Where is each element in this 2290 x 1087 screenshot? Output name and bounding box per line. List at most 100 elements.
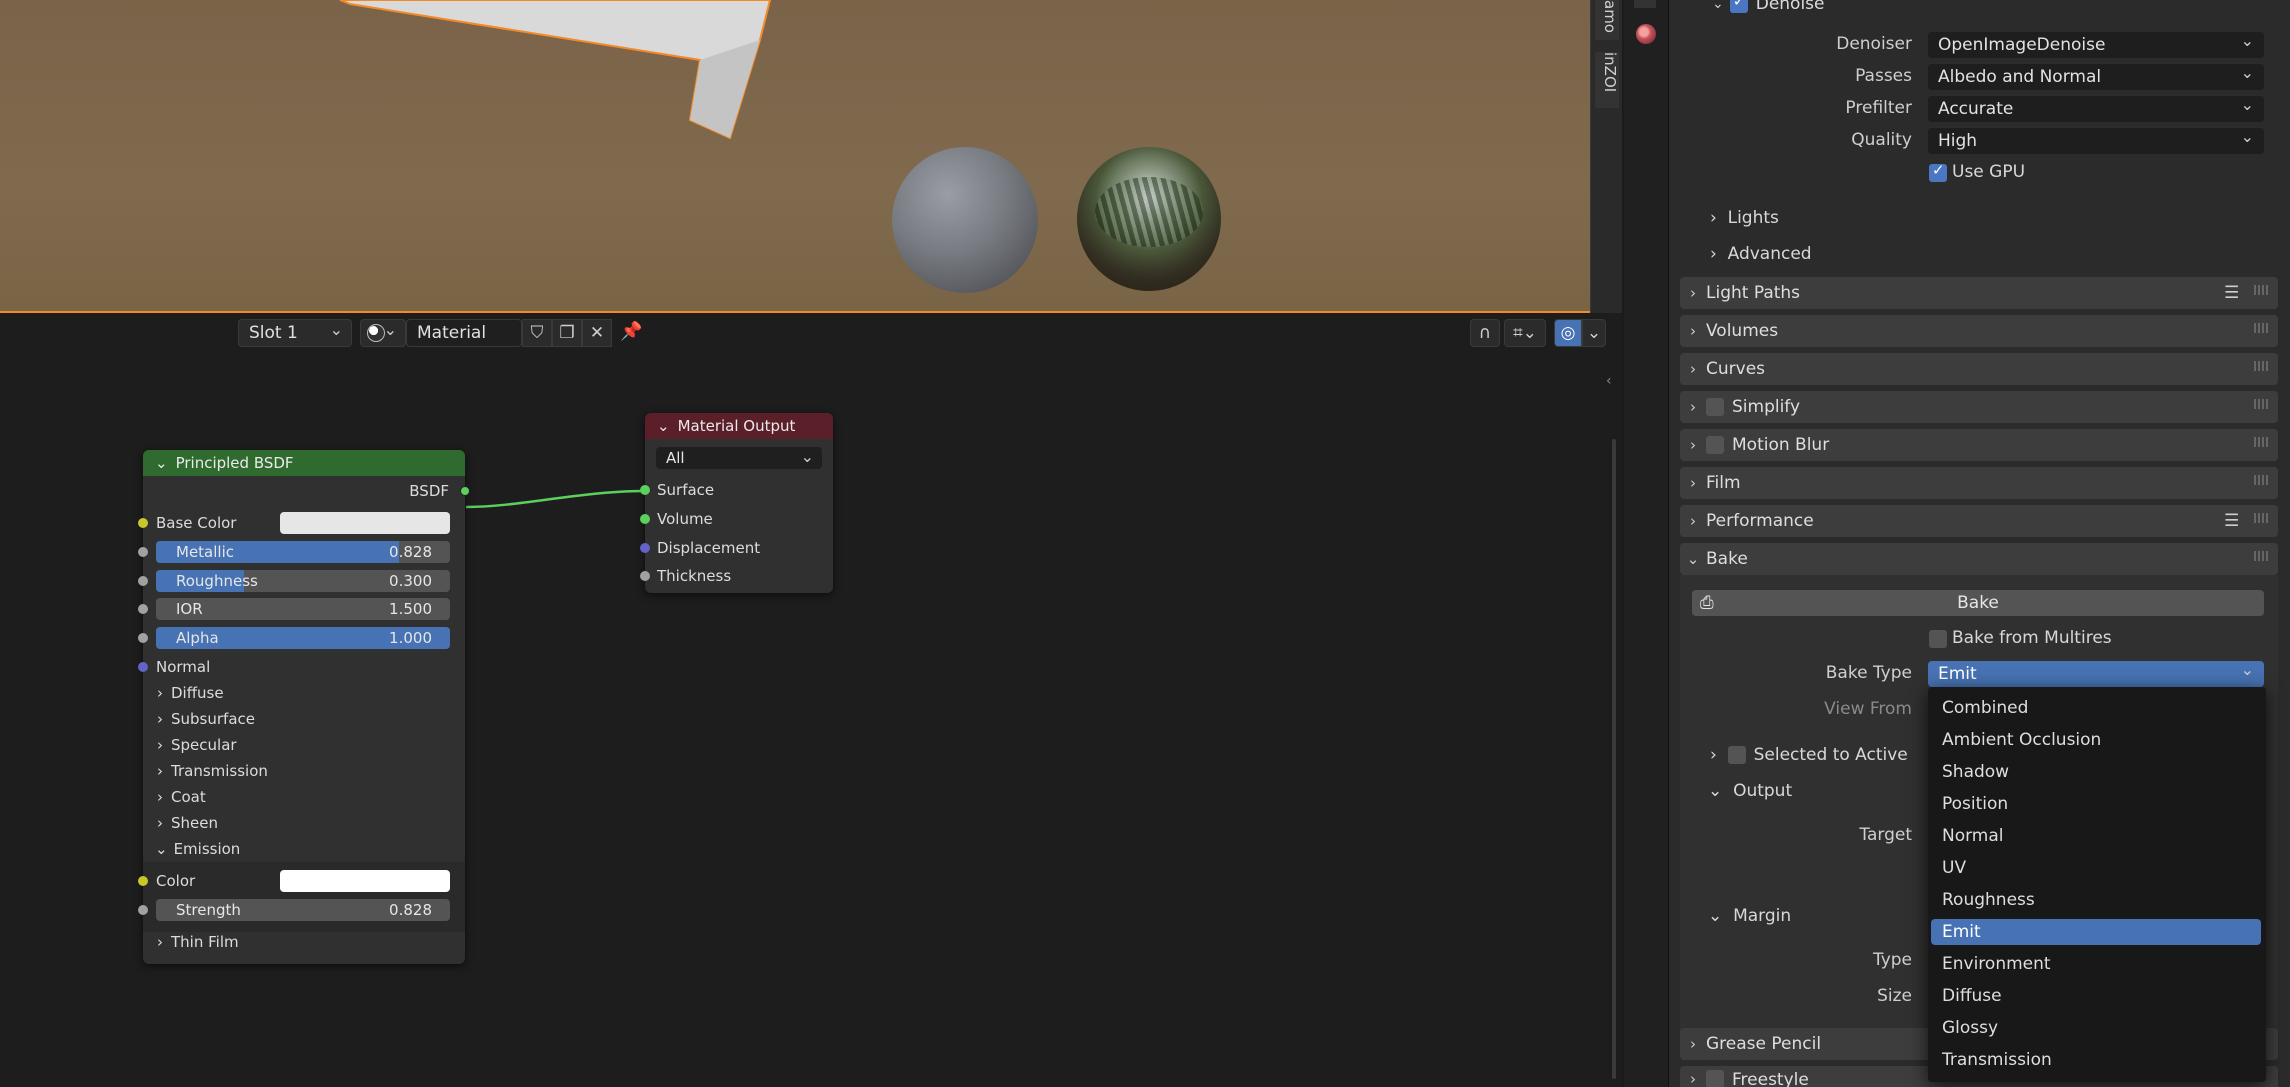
denoise-checkbox[interactable] xyxy=(1729,0,1748,13)
use-gpu-checkbox[interactable] xyxy=(1929,161,1947,182)
collapse-chevron-icon[interactable]: ⌄ xyxy=(155,454,168,472)
gray-sphere-object[interactable] xyxy=(892,147,1038,293)
menu-item-transmission[interactable]: Transmission xyxy=(1931,1047,2261,1073)
passes-dropdown[interactable]: Albedo and Normal xyxy=(1928,63,2264,90)
metallic-slider[interactable]: Metallic 0.828 xyxy=(156,541,450,563)
snap-grid-icon[interactable]: ⌗⌄ xyxy=(1504,319,1546,347)
presets-list-icon[interactable]: ☰ xyxy=(2224,511,2244,531)
section-film[interactable]: › Film xyxy=(1680,467,2278,499)
section-light-paths[interactable]: › Light Paths ☰ xyxy=(1680,277,2278,309)
drag-grip-icon[interactable] xyxy=(2254,437,2270,447)
drag-grip-icon[interactable] xyxy=(2254,323,2270,333)
overlay-toggle-icon[interactable]: ◎ xyxy=(1554,319,1582,347)
principled-bsdf-header[interactable]: ⌄ Principled BSDF xyxy=(143,450,465,476)
panel-specular[interactable]: › Specular xyxy=(143,734,465,756)
menu-item-diffuse[interactable]: Diffuse xyxy=(1931,983,2261,1009)
panel-diffuse[interactable]: › Diffuse xyxy=(143,682,465,704)
denoise-subpanel-header[interactable]: ⌄ Denoise xyxy=(1712,0,1825,14)
pin-icon[interactable]: 📌 xyxy=(620,321,644,345)
material-tab-icon[interactable] xyxy=(1636,24,1656,44)
selected-to-active-subpanel[interactable]: › Selected to Active xyxy=(1710,745,1908,765)
principled-bsdf-node[interactable]: ⌄ Principled BSDF BSDF Base Color Metall… xyxy=(138,450,470,964)
drag-grip-icon[interactable] xyxy=(2254,551,2270,561)
roughness-slider[interactable]: Roughness 0.300 xyxy=(156,570,450,592)
material-name-field[interactable]: Material xyxy=(406,319,522,347)
menu-item-roughness[interactable]: Roughness xyxy=(1931,887,2261,913)
bake-type-dropdown[interactable]: Emit xyxy=(1928,660,2264,687)
panel-sheen[interactable]: › Sheen xyxy=(143,812,465,834)
menu-item-normal[interactable]: Normal xyxy=(1931,823,2261,849)
quality-dropdown[interactable]: High xyxy=(1928,127,2264,154)
unlink-material-close-icon[interactable]: ✕ xyxy=(582,319,612,347)
drag-grip-icon[interactable] xyxy=(2254,513,2270,523)
node-editor-scrollbar[interactable] xyxy=(1612,439,1616,1079)
section-simplify[interactable]: › Simplify xyxy=(1680,391,2278,423)
drag-grip-icon[interactable] xyxy=(2254,361,2270,371)
ior-socket[interactable] xyxy=(138,604,148,614)
section-volumes[interactable]: › Volumes xyxy=(1680,315,2278,347)
menu-item-environment[interactable]: Environment xyxy=(1931,951,2261,977)
metallic-socket[interactable] xyxy=(138,547,148,557)
bsdf-output-socket[interactable] xyxy=(460,486,470,496)
section-bake[interactable]: ⌄ Bake xyxy=(1680,543,2278,575)
thickness-input-socket[interactable] xyxy=(640,571,650,581)
panel-thin-film[interactable]: › Thin Film xyxy=(143,931,465,953)
collapse-chevron-icon[interactable]: ⌄ xyxy=(657,417,670,435)
menu-item-glossy[interactable]: Glossy xyxy=(1931,1015,2261,1041)
node-link-bsdf-surface[interactable] xyxy=(460,483,650,513)
emission-color-socket[interactable] xyxy=(138,876,148,886)
simplify-checkbox[interactable] xyxy=(1706,398,1724,416)
menu-item-ambient-occlusion[interactable]: Ambient Occlusion xyxy=(1931,727,2261,753)
menu-item-position[interactable]: Position xyxy=(1931,791,2261,817)
normal-socket[interactable] xyxy=(138,662,148,672)
duplicate-material-icon[interactable]: ❐ xyxy=(552,319,582,347)
snap-magnet-icon[interactable]: ∩ xyxy=(1470,319,1500,347)
motion-blur-checkbox[interactable] xyxy=(1706,436,1724,454)
material-output-header[interactable]: ⌄ Material Output xyxy=(645,413,833,439)
panel-coat[interactable]: › Coat xyxy=(143,786,465,808)
prefilter-dropdown[interactable]: Accurate xyxy=(1928,95,2264,122)
output-subpanel[interactable]: ⌄ Output xyxy=(1708,781,1792,801)
bake-button[interactable]: ⎙ Bake xyxy=(1692,590,2264,616)
sidebar-collapse-chevron-icon[interactable]: ‹ xyxy=(1606,373,1612,389)
emission-strength-socket[interactable] xyxy=(138,905,148,915)
drag-grip-icon[interactable] xyxy=(2254,475,2270,485)
lights-subpanel[interactable]: › Lights xyxy=(1710,208,1779,228)
section-curves[interactable]: › Curves xyxy=(1680,353,2278,385)
slot-dropdown[interactable]: Slot 1 xyxy=(238,319,352,347)
n-panel-tab-inzoi[interactable]: inZOI xyxy=(1595,52,1619,108)
base-color-socket[interactable] xyxy=(138,518,148,528)
freestyle-checkbox[interactable] xyxy=(1706,1070,1724,1087)
drag-grip-icon[interactable] xyxy=(2254,285,2270,295)
overlay-dropdown-chevron-icon[interactable]: ⌄ xyxy=(1582,319,1606,347)
hdri-sphere-object[interactable] xyxy=(1077,147,1221,291)
emission-strength-field[interactable]: Strength 0.828 xyxy=(156,899,450,921)
drag-grip-icon[interactable] xyxy=(2254,399,2270,409)
material-output-node[interactable]: ⌄ Material Output All Surface Volume Dis… xyxy=(640,413,833,593)
menu-item-shadow[interactable]: Shadow xyxy=(1931,759,2261,785)
selected-box-object[interactable] xyxy=(330,0,780,145)
section-performance[interactable]: › Performance ☰ xyxy=(1680,505,2278,537)
displacement-input-socket[interactable] xyxy=(640,543,650,553)
section-motion-blur[interactable]: › Motion Blur xyxy=(1680,429,2278,461)
volume-input-socket[interactable] xyxy=(640,514,650,524)
margin-subpanel[interactable]: ⌄ Margin xyxy=(1708,906,1791,926)
selected-to-active-checkbox[interactable] xyxy=(1727,746,1746,764)
base-color-swatch[interactable] xyxy=(280,512,450,534)
shader-node-editor[interactable]: Slot 1 Material ⛉ ❐ ✕ 📌 ∩ ⌗⌄ ◎ ⌄ ‹ ⌄ Pri… xyxy=(0,313,1622,1087)
menu-item-emit[interactable]: Emit xyxy=(1931,919,2261,945)
ior-field[interactable]: IOR 1.500 xyxy=(156,598,450,620)
3d-viewport[interactable] xyxy=(0,0,1622,313)
bake-from-multires-checkbox[interactable] xyxy=(1929,630,1947,648)
menu-item-uv[interactable]: UV xyxy=(1931,855,2261,881)
panel-transmission[interactable]: › Transmission xyxy=(143,760,465,782)
menu-item-combined[interactable]: Combined xyxy=(1931,695,2261,721)
presets-list-icon[interactable]: ☰ xyxy=(2224,283,2244,303)
n-panel-tab-amo[interactable]: amo xyxy=(1595,0,1619,40)
alpha-socket[interactable] xyxy=(138,633,148,643)
alpha-slider[interactable]: Alpha 1.000 xyxy=(156,627,450,649)
output-target-dropdown[interactable]: All xyxy=(656,447,822,469)
panel-subsurface[interactable]: › Subsurface xyxy=(143,708,465,730)
panel-emission[interactable]: ⌄ Emission xyxy=(143,838,465,860)
emission-color-swatch[interactable] xyxy=(280,870,450,892)
